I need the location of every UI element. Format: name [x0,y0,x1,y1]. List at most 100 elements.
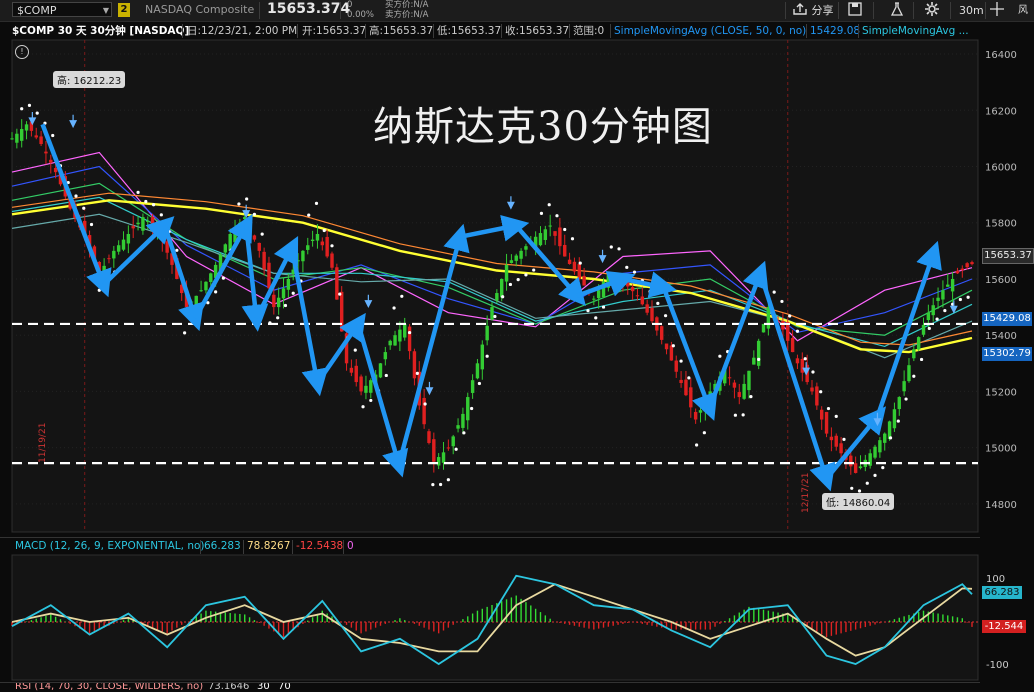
macd-label[interactable]: MACD (12, 26, 9, EXPONENTIAL, no) [15,538,205,555]
sar-dot [322,228,326,233]
candle-body [592,298,596,300]
candle-body [679,379,683,383]
sar-dot [415,371,419,375]
sar-dot [904,397,908,401]
sar-dot [601,305,606,309]
sar-dot [772,290,776,294]
candle-body [281,288,286,299]
candle-body [878,440,882,453]
sar-dot [702,431,706,435]
candle-body [432,439,436,462]
candle-body [582,275,586,286]
candle-body [146,220,150,222]
candle-body [897,397,901,410]
sar-dot [516,278,520,282]
price-axis: 16400 16200 16000 15800 15600 15400 15200 15000… [985,50,1017,511]
candle-body [781,321,785,330]
sar-dot [563,227,567,232]
sar-dot [547,203,551,207]
sar-dot [74,194,78,198]
candle-body [209,273,213,282]
candle-body [262,251,266,270]
sar-dot [656,301,660,305]
candle-body [742,383,746,399]
candle-body [824,411,829,434]
candle-body [330,253,334,268]
candle-body [747,370,751,391]
candle-body [873,446,877,458]
sar-dot [741,413,745,417]
candle-body [296,260,300,262]
sar-dot [943,308,947,313]
candle-body [858,466,863,469]
candle-body [645,304,649,313]
sar-dot [539,211,544,216]
candle-body [306,245,310,250]
candle-body [577,263,581,279]
sar-dot [314,201,319,206]
candle-body [514,255,518,261]
price-tick-label: 14800 [985,500,1017,511]
candle-body [441,452,446,463]
macd-diff: -12.5438 [296,540,344,552]
candle-body [44,151,48,154]
candle-body [640,296,645,305]
candle-body [485,325,489,341]
sar-dot [733,413,737,417]
candle-body [315,233,320,241]
sar-dot [89,222,94,227]
candle-body [238,222,242,225]
candle-body [960,268,965,271]
macd-zero: 0 [347,540,354,552]
candle-body [553,231,557,236]
sar-dot [151,203,156,207]
candle-body [446,447,451,449]
candle-body [693,411,698,420]
candle-body [320,241,325,246]
sar-dot [260,232,264,236]
price-tick-label: 15600 [985,275,1017,286]
sar-dot [221,276,225,280]
candle-body [800,358,805,373]
sar-dot [648,289,652,294]
candle-body [204,281,208,291]
sar-dot [245,197,249,201]
high-label: 高: 16212.23 [53,71,126,88]
candle-body [664,343,669,350]
candle-body [941,290,945,300]
sar-dot [283,303,288,308]
sar-dot [912,374,916,378]
sar-dot [175,248,179,252]
sar-dot [671,344,675,348]
sar-dot [757,357,761,361]
sar-dot [927,326,931,331]
candle-body [194,295,198,309]
candle-body [470,380,475,393]
candle-body [141,217,145,231]
candle-body [339,291,344,332]
candle-body [495,293,499,301]
info-icon[interactable]: ! [15,45,29,59]
sar-dot [446,478,450,482]
macd-diff-tag: -12.544 [982,620,1026,633]
candle-body [499,278,504,298]
candle-body [223,244,228,253]
date-marker-2: 12/17/21 [801,472,811,513]
sar-dot [144,199,148,204]
sar-dot [353,348,357,352]
sar-dot [881,465,885,470]
candle-body [950,278,955,292]
candle-body [461,413,465,428]
candle-body [558,227,562,247]
candle-body [359,376,363,392]
candle-body [892,409,897,429]
sar-dot [392,306,396,310]
candle-body [834,435,838,447]
candle-body [34,135,38,138]
macd-axis-bottom: -100 [986,660,1009,671]
price-tick-label: 15200 [985,387,1017,398]
candle-body [907,365,911,382]
candle-body [504,264,509,282]
sar-dot [384,373,388,378]
sar-dot [594,316,598,320]
